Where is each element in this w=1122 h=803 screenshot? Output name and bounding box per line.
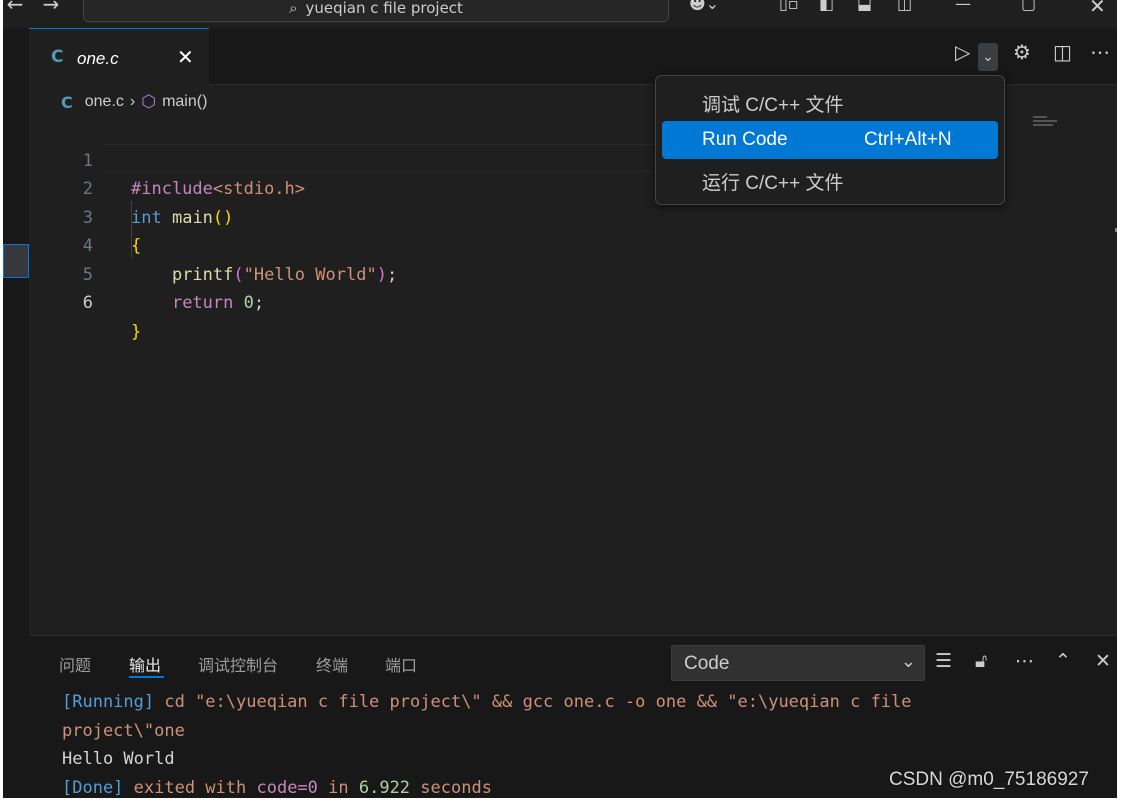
code-token: return — [171, 293, 234, 313]
title-bar: ← → ⌕ yueqian c file project ☻⌄ ▯▫ ◧ ⬓ ◫ … — [3, 0, 1117, 28]
run-dropdown-chevron-icon[interactable]: ⌄ — [978, 43, 998, 71]
tab-problems[interactable]: 问题 — [59, 652, 91, 676]
activity-bar-active-item[interactable] — [3, 244, 29, 278]
more-actions-icon[interactable]: ⋯ — [1015, 650, 1034, 672]
toggle-primary-sidebar-icon[interactable]: ◧ — [819, 0, 834, 13]
menu-item-label: 调试 C/C++ 文件 — [702, 95, 844, 116]
vscode-window: ← → ⌕ yueqian c file project ☻⌄ ▯▫ ◧ ⬓ ◫ … — [3, 0, 1117, 798]
output-time: 6.922 — [358, 777, 411, 798]
tab-terminal[interactable]: 终端 — [316, 652, 348, 676]
code-token: ; — [253, 293, 265, 313]
tab-output[interactable]: 输出 — [129, 652, 161, 676]
tab-ports[interactable]: 端口 — [385, 652, 417, 676]
tab-label: one.c — [77, 49, 119, 68]
output-in: in — [317, 777, 359, 798]
run-icon[interactable]: ▷ — [955, 40, 970, 64]
c-file-icon: C — [61, 92, 73, 112]
tab-debug-console[interactable]: 调试控制台 — [198, 652, 278, 676]
line-number: 6 — [82, 293, 93, 313]
forward-arrow-icon[interactable]: → — [39, 0, 63, 16]
back-arrow-icon[interactable]: ← — [3, 0, 27, 16]
output-done: [Done] — [62, 777, 124, 798]
close-panel-icon[interactable]: ✕ — [1095, 650, 1111, 672]
minimize-icon[interactable]: — — [955, 0, 971, 13]
breadcrumb: C one.c › ⬡ main() — [61, 90, 207, 114]
output-seconds: seconds — [410, 777, 492, 798]
clear-output-icon[interactable]: ☰ — [935, 650, 952, 672]
toggle-secondary-sidebar-icon[interactable]: ◫ — [897, 0, 912, 13]
gear-icon[interactable]: ⚙ — [1013, 40, 1031, 64]
search-text: yueqian c file project — [305, 0, 463, 17]
breadcrumb-separator: › — [129, 93, 136, 110]
code-line: 4 printf("Hello World"); — [29, 204, 1029, 285]
output-channel-value: Code — [684, 653, 730, 674]
maximize-panel-icon[interactable]: ⌃ — [1055, 650, 1071, 672]
output-command-cont: project\"one — [62, 720, 185, 741]
close-tab-icon[interactable]: ✕ — [177, 45, 194, 69]
search-icon: ⌕ — [289, 0, 298, 17]
menu-item-run-c-file[interactable]: 运行 C/C++ 文件 — [662, 160, 998, 198]
lock-icon[interactable]: 🔓︎ — [975, 650, 987, 672]
maximize-icon[interactable]: ▢ — [1021, 0, 1036, 13]
active-tab-indicator — [129, 676, 164, 678]
activity-bar — [3, 28, 29, 798]
output-code: code=0 — [256, 777, 318, 798]
split-editor-icon[interactable]: ◫ — [1053, 40, 1072, 64]
scrollbar-marker — [1115, 228, 1117, 232]
chevron-down-icon: ⌄ — [900, 651, 916, 671]
code-line: 6 } — [29, 261, 1029, 342]
menu-item-run-code[interactable]: Run Code Ctrl+Alt+N — [662, 121, 998, 159]
tab-one-c[interactable]: C one.c ✕ — [29, 28, 209, 85]
command-center-search[interactable]: ⌕ yueqian c file project — [83, 0, 669, 22]
close-window-icon[interactable]: ✕ — [1089, 0, 1106, 18]
menu-item-shortcut: Ctrl+Alt+N — [864, 129, 952, 150]
code-line: 5 return 0; — [29, 232, 1029, 314]
output-exited: exited with — [123, 777, 257, 798]
copilot-icon[interactable]: ☻⌄ — [689, 0, 719, 13]
breadcrumb-file[interactable]: one.c — [85, 93, 124, 111]
watermark: CSDN @m0_75186927 — [889, 769, 1089, 790]
code-token: 0 — [243, 293, 254, 313]
menu-item-label: 运行 C/C++ 文件 — [702, 173, 844, 194]
toggle-panel-icon[interactable]: ⬓ — [857, 0, 872, 13]
run-dropdown-menu: 调试 C/C++ 文件 Run Code Ctrl+Alt+N 运行 C/C++… — [655, 75, 1005, 205]
c-file-icon: C — [51, 47, 64, 67]
output-program: Hello World — [62, 749, 175, 769]
output-command: cd "e:\yueqian c file project\" && gcc o… — [154, 692, 912, 712]
menu-item-debug-c-file[interactable]: 调试 C/C++ 文件 — [662, 82, 998, 120]
more-actions-icon[interactable]: ⋯ — [1090, 40, 1110, 64]
breadcrumb-symbol[interactable]: main() — [162, 93, 207, 111]
code-token: } — [131, 321, 142, 342]
customize-layout-icon[interactable]: ▯▫ — [779, 0, 799, 13]
output-channel-select[interactable]: Code ⌄ — [671, 645, 925, 681]
menu-item-label: Run Code — [702, 129, 788, 150]
minimap[interactable] — [1033, 116, 1063, 130]
output-running: [Running] — [62, 692, 155, 712]
method-cube-icon: ⬡ — [141, 92, 157, 111]
